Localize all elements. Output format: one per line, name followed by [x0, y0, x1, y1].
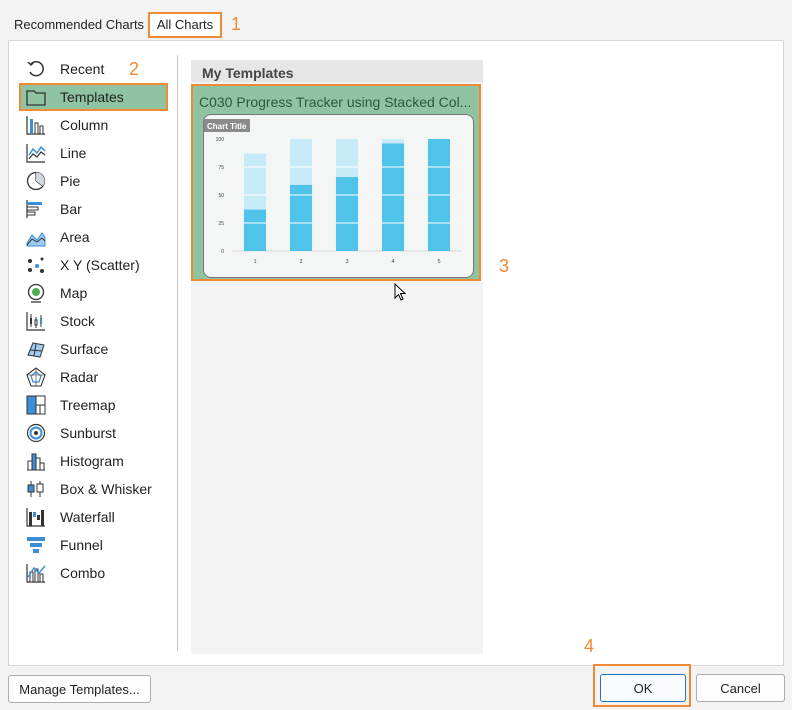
sidebar-item-label: Bar — [60, 201, 82, 217]
y-tick-label: 100 — [216, 137, 225, 143]
pie-chart-icon — [25, 170, 47, 192]
annotation-3: 3 — [499, 256, 510, 276]
sidebar-item-box-whisker[interactable]: Box & Whisker — [22, 475, 165, 503]
folder-icon — [25, 86, 47, 108]
sidebar-item-label: Area — [60, 229, 90, 245]
x-tick-label: 5 — [437, 259, 440, 265]
template-card[interactable]: C030 Progress Tracker using Stacked Col.… — [191, 84, 481, 281]
sidebar-item-histogram[interactable]: Histogram — [22, 447, 165, 475]
annotation-1: 1 — [231, 14, 242, 34]
cancel-button[interactable]: Cancel — [696, 674, 785, 702]
map-chart-icon — [25, 282, 47, 304]
sidebar-item-label: Combo — [60, 565, 106, 581]
recent-icon — [25, 58, 47, 80]
templates-content: My Templates C030 Progress Tracker using… — [191, 60, 483, 654]
x-tick-label: 2 — [299, 259, 302, 265]
radar-chart-icon — [25, 366, 47, 388]
sidebar-item-line[interactable]: Line — [22, 139, 165, 167]
sidebar-item-label: X Y (Scatter) — [60, 257, 140, 273]
bar-progress — [243, 209, 267, 251]
column-chart-icon — [25, 114, 47, 136]
sidebar-item-label: Sunburst — [60, 425, 117, 441]
box-whisker-chart-icon — [25, 478, 47, 500]
line-chart-icon — [25, 142, 47, 164]
sidebar-item-sunburst[interactable]: Sunburst — [22, 419, 165, 447]
annotation-4: 4 — [584, 636, 595, 656]
y-tick-label: 0 — [221, 249, 224, 255]
tab-recommended-charts[interactable]: Recommended Charts — [14, 12, 144, 38]
section-heading: My Templates — [191, 60, 483, 82]
bar-remaining — [381, 139, 405, 144]
sidebar-item-column[interactable]: Column — [22, 111, 165, 139]
bar-remaining — [335, 139, 359, 178]
sidebar-item-label: Stock — [60, 313, 96, 329]
sidebar-item-radar[interactable]: Radar — [22, 363, 165, 391]
thumbnail-chart: Chart Title 100 75 50 25 0 1 2 3 4 5 — [204, 119, 462, 265]
sidebar-item-label: Pie — [60, 173, 81, 189]
ok-label: OK — [633, 680, 653, 696]
bar-remaining — [243, 153, 267, 210]
sidebar-item-bar[interactable]: Bar — [22, 195, 165, 223]
sidebar-item-label: Funnel — [60, 537, 103, 553]
funnel-chart-icon — [25, 534, 47, 556]
annotation-2: 2 — [129, 59, 140, 79]
sidebar-item-label: Map — [60, 285, 88, 301]
sidebar-item-label: Radar — [60, 369, 99, 385]
bar-chart-icon — [25, 198, 47, 220]
sidebar-item-map[interactable]: Map — [22, 279, 165, 307]
x-tick-label: 3 — [345, 259, 348, 265]
sidebar-item-label: Histogram — [60, 453, 124, 469]
y-tick-label: 75 — [218, 165, 224, 171]
sidebar-item-recent[interactable]: Recent — [22, 55, 165, 83]
sidebar-item-label: Treemap — [60, 397, 116, 413]
combo-chart-icon — [25, 562, 47, 584]
scatter-chart-icon — [25, 254, 47, 276]
bar-progress — [335, 177, 359, 251]
sidebar-item-label: Templates — [60, 89, 124, 105]
bar-progress — [381, 143, 405, 251]
sidebar-item-surface[interactable]: Surface — [22, 335, 165, 363]
sidebar-item-treemap[interactable]: Treemap — [22, 391, 165, 419]
ok-button[interactable]: OK — [600, 674, 686, 702]
surface-chart-icon — [25, 338, 47, 360]
chart-title: Chart Title — [207, 122, 247, 131]
x-tick-label: 1 — [253, 259, 256, 265]
divider — [177, 55, 178, 651]
treemap-chart-icon — [25, 394, 47, 416]
area-chart-icon — [25, 226, 47, 248]
manage-templates-button[interactable]: Manage Templates... — [8, 675, 151, 703]
y-tick-label: 50 — [218, 193, 224, 199]
sidebar-item-label: Surface — [60, 341, 109, 357]
template-thumbnail: Chart Title 100 75 50 25 0 1 2 3 4 5 — [203, 114, 474, 278]
sidebar-item-label: Recent — [60, 61, 105, 77]
stock-chart-icon — [25, 310, 47, 332]
waterfall-chart-icon — [25, 506, 47, 528]
sidebar-item-label: Waterfall — [60, 509, 115, 525]
sidebar-item-waterfall[interactable]: Waterfall — [22, 503, 165, 531]
x-tick-label: 4 — [391, 259, 394, 265]
sidebar-item-templates[interactable]: Templates — [19, 83, 168, 111]
sidebar-item-label: Column — [60, 117, 109, 133]
sidebar-item-label: Line — [60, 145, 87, 161]
sidebar-item-scatter[interactable]: X Y (Scatter) — [22, 251, 165, 279]
sidebar-item-funnel[interactable]: Funnel — [22, 531, 165, 559]
bar-remaining — [289, 139, 313, 185]
y-tick-label: 25 — [218, 221, 224, 227]
sidebar-item-stock[interactable]: Stock — [22, 307, 165, 335]
sidebar-item-label: Box & Whisker — [60, 481, 152, 497]
sidebar-item-area[interactable]: Area — [22, 223, 165, 251]
template-title: C030 Progress Tracker using Stacked Col.… — [199, 94, 472, 110]
sunburst-chart-icon — [25, 422, 47, 444]
cancel-label: Cancel — [720, 680, 761, 696]
dialog-tabs: Recommended Charts All Charts — [0, 0, 792, 40]
sidebar-item-combo[interactable]: Combo — [22, 559, 165, 587]
chart-type-sidebar: Recent Templates Column Line Pie Bar Are… — [19, 55, 168, 655]
histogram-chart-icon — [25, 450, 47, 472]
sidebar-item-pie[interactable]: Pie — [22, 167, 165, 195]
tab-all-charts[interactable]: All Charts — [148, 12, 222, 38]
mouse-cursor-icon — [394, 283, 407, 301]
manage-templates-label: Manage Templates... — [19, 681, 140, 697]
